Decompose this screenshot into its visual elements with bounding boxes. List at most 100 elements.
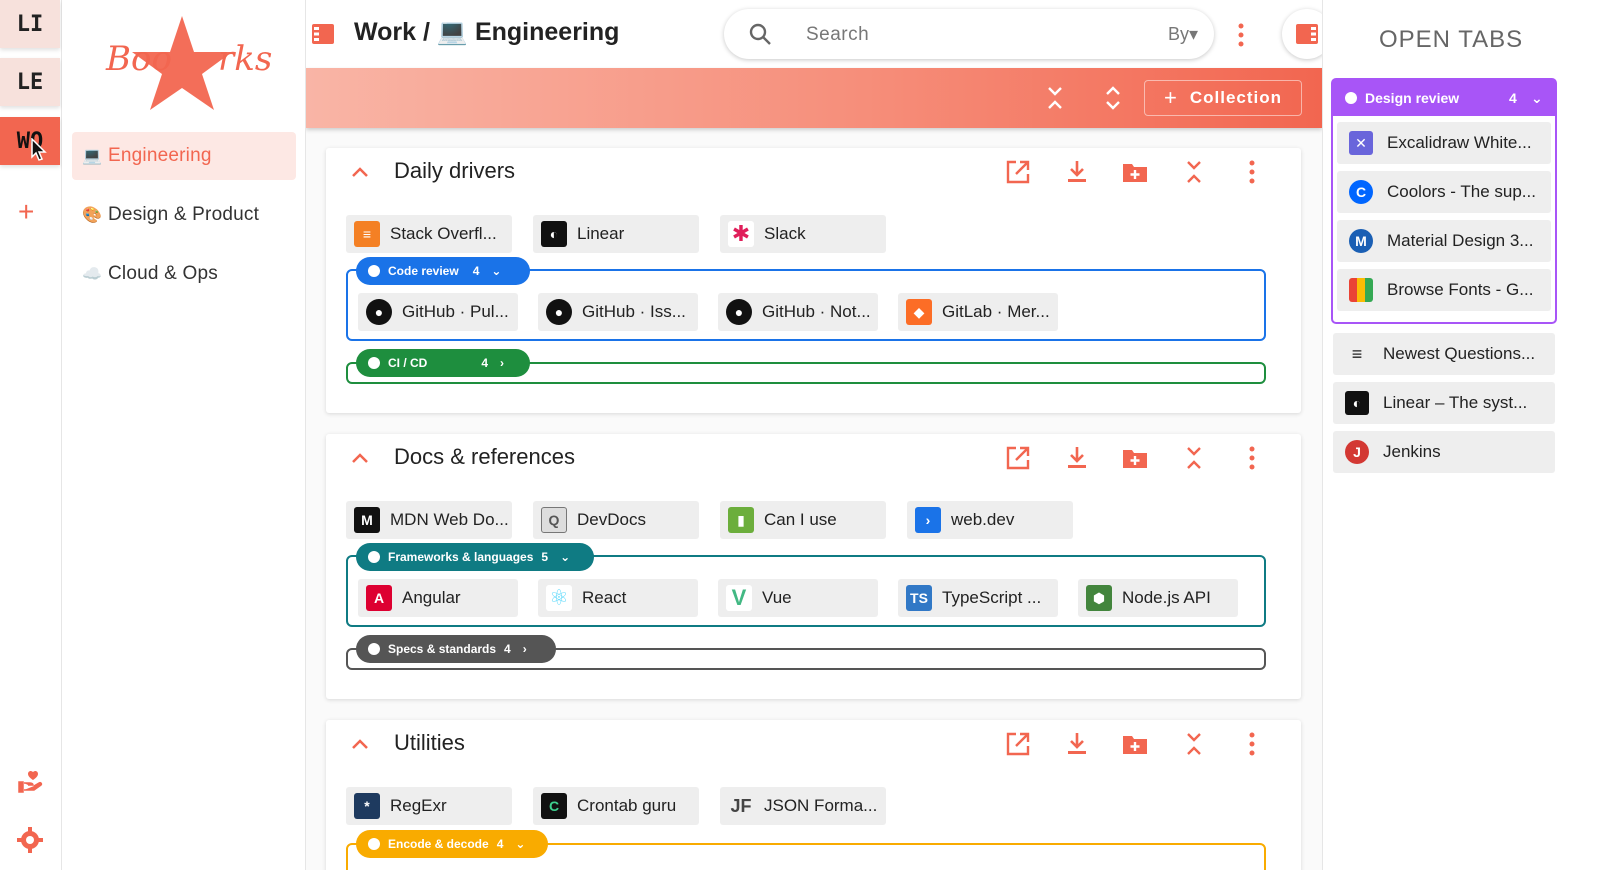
github-icon: ● xyxy=(726,299,752,325)
more-vert-icon[interactable] xyxy=(1238,444,1266,472)
group-count: 4 xyxy=(472,264,480,278)
bookmark-label: Angular xyxy=(402,588,461,607)
json-icon: JF xyxy=(730,795,752,816)
group-pill-code-review[interactable]: Code review 4 ⌄ xyxy=(356,257,530,285)
collapse-groups-icon[interactable] xyxy=(1180,158,1208,186)
vue-icon: V xyxy=(726,585,752,611)
bookmark-label: Node.js API xyxy=(1122,588,1211,607)
group-pill-ci-cd[interactable]: CI / CD 4 › xyxy=(356,349,530,377)
chevron-down-icon: ⌄ xyxy=(560,550,571,564)
collapse-all-icon[interactable] xyxy=(1041,84,1069,112)
open-tab-tile[interactable]: ✕ Excalidraw White... xyxy=(1337,122,1551,164)
open-all-icon[interactable] xyxy=(1004,158,1032,186)
bookmark-tile[interactable]: ● GitHub · Not... xyxy=(718,293,878,331)
bookmark-tile[interactable]: C Crontab guru xyxy=(533,787,699,825)
open-tab-tile[interactable]: Browse Fonts - G... xyxy=(1337,269,1551,311)
devdocs-icon: Q xyxy=(541,507,567,533)
material-icon: M xyxy=(1349,229,1373,253)
open-tab-tile[interactable]: ◐ Linear – The syst... xyxy=(1333,382,1555,424)
toggle-sidebar-icon[interactable] xyxy=(312,24,334,44)
bookmark-tile[interactable]: ⬢ Node.js API xyxy=(1078,579,1238,617)
add-group-folder-icon[interactable] xyxy=(1121,158,1149,186)
search-bar[interactable]: Search By▾ xyxy=(724,9,1214,59)
sidebar-item-design-product[interactable]: 🎨 Design & Product xyxy=(72,191,296,239)
sidebar-item-engineering[interactable]: 💻 Engineering xyxy=(72,132,296,180)
bookmark-tile[interactable]: TS TypeScript ... xyxy=(898,579,1058,617)
donate-heart-icon[interactable] xyxy=(16,768,44,796)
group-pill-frameworks-languages[interactable]: Frameworks & languages 5 ⌄ xyxy=(356,543,594,571)
bookmark-tile[interactable]: ⚛ React xyxy=(538,579,698,617)
collection-title[interactable]: Docs & references xyxy=(394,444,575,470)
top-bar: Work / 💻 Engineering Search By▾ xyxy=(306,0,1322,70)
collection-title[interactable]: Daily drivers xyxy=(394,158,515,184)
chevron-right-icon: › xyxy=(500,356,505,370)
more-vert-icon[interactable] xyxy=(1238,730,1266,758)
collapse-caret-icon[interactable] xyxy=(350,162,370,182)
bookmark-tile[interactable]: * RegExr xyxy=(346,787,512,825)
bookmark-label: RegExr xyxy=(390,796,447,815)
more-vert-icon[interactable] xyxy=(1236,22,1246,48)
search-input[interactable]: Search xyxy=(806,24,869,46)
bookmark-tile[interactable]: ▮ Can I use xyxy=(720,501,886,539)
group-name: Code review xyxy=(388,264,459,278)
bookmark-tile[interactable]: ✱ Slack xyxy=(720,215,886,253)
typescript-icon: TS xyxy=(906,585,932,611)
collection-card-utilities: Utilities * RegExr C Crontab guru JF JSO… xyxy=(326,720,1301,870)
sidebar-item-cloud-ops[interactable]: ☁️ Cloud & Ops xyxy=(72,250,296,298)
sidebar-item-label: Cloud & Ops xyxy=(108,263,218,284)
open-tab-tile[interactable]: J Jenkins xyxy=(1333,431,1555,473)
open-tab-tile[interactable]: ≡ Newest Questions... xyxy=(1333,333,1555,375)
bookmark-tile[interactable]: JF JSON Forma... xyxy=(720,787,886,825)
open-tab-tile[interactable]: C Coolors - The sup... xyxy=(1337,171,1551,213)
collapse-caret-icon[interactable] xyxy=(350,734,370,754)
workspace-li[interactable]: LI xyxy=(0,0,60,48)
more-vert-icon[interactable] xyxy=(1238,158,1266,186)
group-count: 4 xyxy=(504,642,511,656)
collection-title[interactable]: Utilities xyxy=(394,730,465,756)
group-count: 4 xyxy=(481,356,489,370)
bookmark-label: TypeScript ... xyxy=(942,588,1042,607)
bookmark-label: Stack Overfl... xyxy=(390,224,497,243)
workspace-le[interactable]: LE xyxy=(0,58,60,106)
collapse-groups-icon[interactable] xyxy=(1180,444,1208,472)
download-icon[interactable] xyxy=(1063,158,1091,186)
bookmark-label: DevDocs xyxy=(577,510,646,529)
download-icon[interactable] xyxy=(1063,444,1091,472)
bookmark-label: Linear xyxy=(577,224,625,243)
bookmark-tile[interactable]: Q DevDocs xyxy=(533,501,699,539)
group-pill-specs-standards[interactable]: Specs & standards 4 › xyxy=(356,635,556,663)
tab-label: Coolors - The sup... xyxy=(1387,182,1536,201)
toggle-tabs-panel-button[interactable] xyxy=(1282,9,1322,59)
tab-group-header[interactable]: Design review 4 ⌄ xyxy=(1333,80,1555,116)
add-collection-button[interactable]: + Collection xyxy=(1144,80,1302,116)
bookmark-tile[interactable]: ● GitHub · Iss... xyxy=(538,293,698,331)
bookmark-label: GitHub · Pul... xyxy=(402,302,509,321)
open-all-icon[interactable] xyxy=(1004,444,1032,472)
bookmark-tile[interactable]: V Vue xyxy=(718,579,878,617)
open-tabs-title: OPEN TABS xyxy=(1379,26,1524,53)
add-group-folder-icon[interactable] xyxy=(1121,730,1149,758)
search-by-dropdown[interactable]: By▾ xyxy=(1168,24,1198,45)
bookmark-tile[interactable]: ● GitHub · Pul... xyxy=(358,293,518,331)
bookmark-label: MDN Web Do... xyxy=(390,510,509,529)
open-all-icon[interactable] xyxy=(1004,730,1032,758)
settings-gear-icon[interactable] xyxy=(16,826,44,854)
collapse-caret-icon[interactable] xyxy=(350,448,370,468)
bookmark-tile[interactable]: M MDN Web Do... xyxy=(346,501,512,539)
bookmark-label: GitHub · Iss... xyxy=(582,302,686,321)
add-collection-label: Collection xyxy=(1189,88,1283,107)
group-pill-encode-decode[interactable]: Encode & decode 4 ⌄ xyxy=(356,830,548,858)
collapse-groups-icon[interactable] xyxy=(1180,730,1208,758)
bookmark-tile[interactable]: A Angular xyxy=(358,579,518,617)
bookmark-tile[interactable]: ◐ Linear xyxy=(533,215,699,253)
download-icon[interactable] xyxy=(1063,730,1091,758)
bookmark-tile[interactable]: › web.dev xyxy=(907,501,1073,539)
bookmark-tile[interactable]: ◆ GitLab · Mer... xyxy=(898,293,1058,331)
bookmark-tile[interactable]: ≡ Stack Overfl... xyxy=(346,215,512,253)
add-workspace-button[interactable]: + xyxy=(18,196,34,228)
group-name: Specs & standards xyxy=(388,642,497,656)
add-group-folder-icon[interactable] xyxy=(1121,444,1149,472)
tab-label: Excalidraw White... xyxy=(1387,133,1532,152)
expand-all-icon[interactable] xyxy=(1099,84,1127,112)
open-tab-tile[interactable]: M Material Design 3... xyxy=(1337,220,1551,262)
